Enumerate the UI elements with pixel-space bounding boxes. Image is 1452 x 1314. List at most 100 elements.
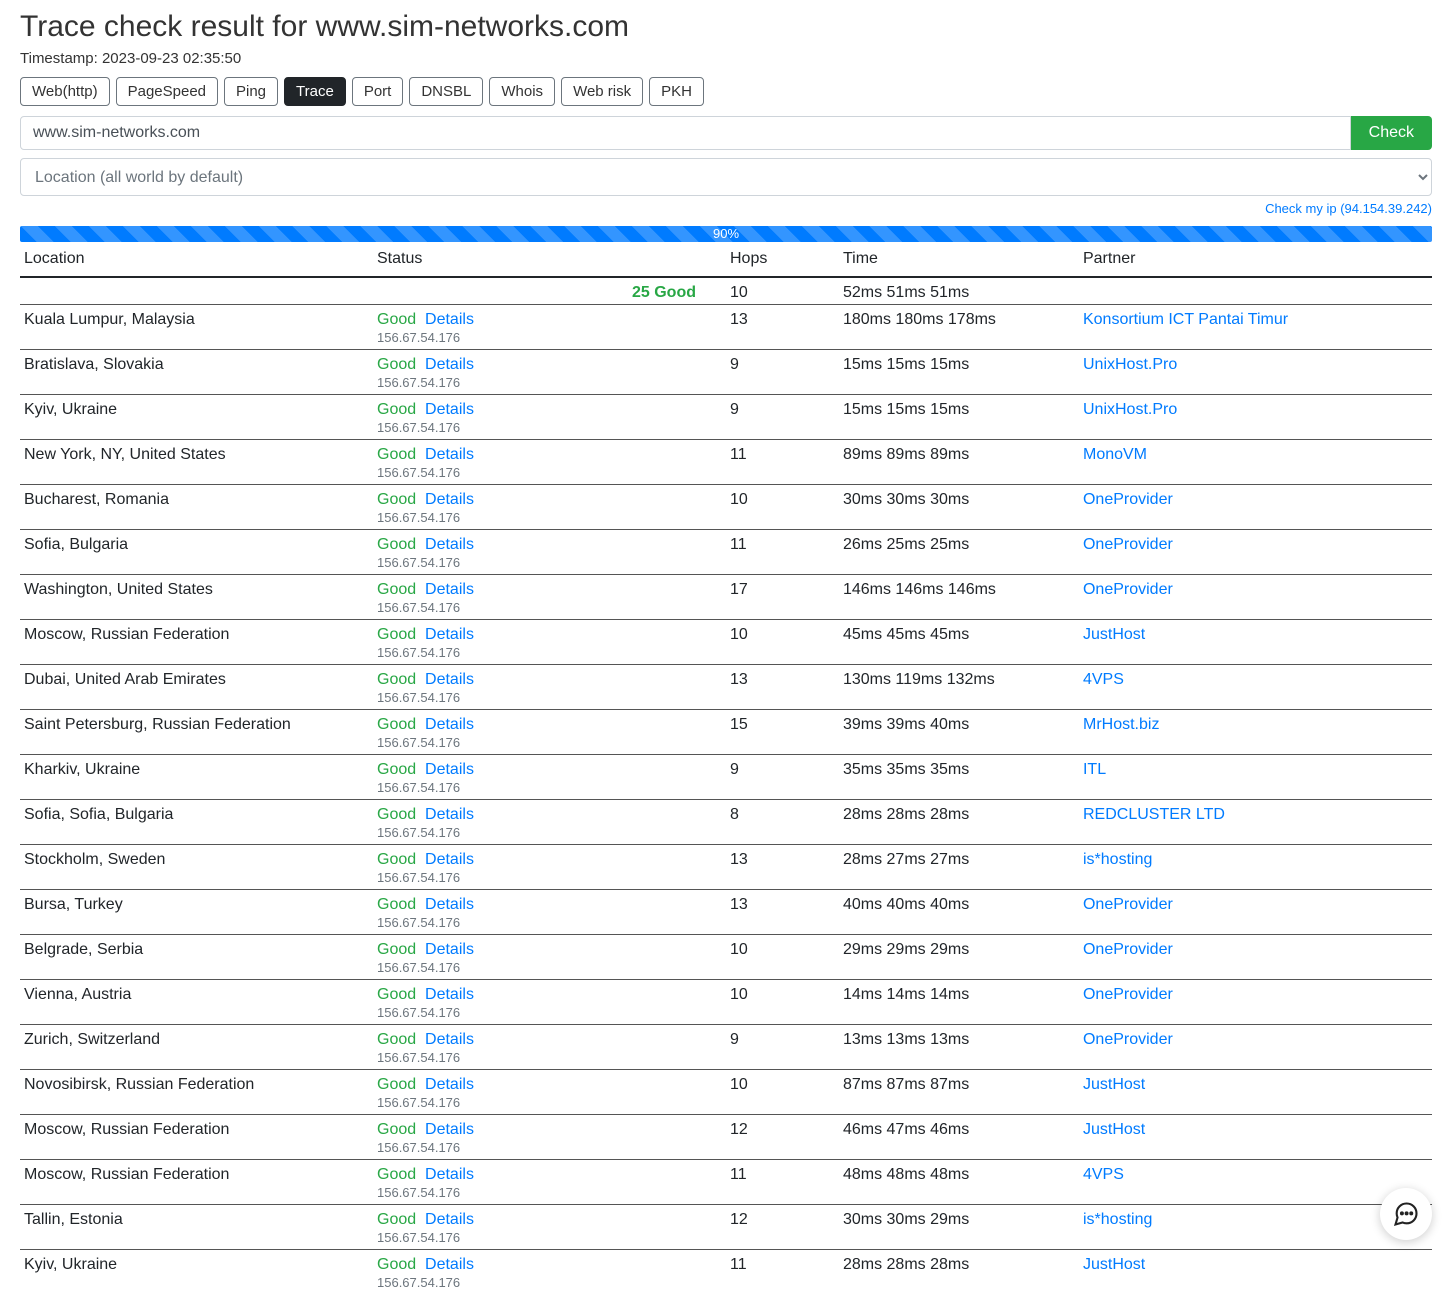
cell-partner: is*hosting	[1079, 845, 1432, 890]
cell-location: Saint Petersburg, Russian Federation	[20, 710, 373, 755]
cell-status: Good Details156.67.54.176	[373, 845, 726, 890]
details-link[interactable]: Details	[425, 986, 474, 1003]
table-row: Moscow, Russian FederationGood Details15…	[20, 620, 1432, 665]
partner-link[interactable]: is*hosting	[1083, 851, 1152, 868]
tab-dnsbl[interactable]: DNSBL	[409, 77, 483, 106]
cell-partner: is*hosting	[1079, 1205, 1432, 1250]
status-good: Good	[377, 491, 416, 508]
tab-trace[interactable]: Trace	[284, 77, 346, 106]
partner-link[interactable]: MonoVM	[1083, 446, 1147, 463]
cell-location: Tallin, Estonia	[20, 1205, 373, 1250]
details-link[interactable]: Details	[425, 1031, 474, 1048]
details-link[interactable]: Details	[425, 1211, 474, 1228]
partner-link[interactable]: JustHost	[1083, 626, 1145, 643]
cell-location: Zurich, Switzerland	[20, 1025, 373, 1070]
cell-time: 28ms 27ms 27ms	[839, 845, 1079, 890]
check-my-ip-link[interactable]: Check my ip (94.154.39.242)	[1265, 201, 1432, 216]
partner-link[interactable]: OneProvider	[1083, 491, 1173, 508]
cell-location: Kuala Lumpur, Malaysia	[20, 305, 373, 350]
details-link[interactable]: Details	[425, 761, 474, 778]
details-link[interactable]: Details	[425, 806, 474, 823]
cell-partner: OneProvider	[1079, 980, 1432, 1025]
location-select[interactable]: Location (all world by default)	[20, 158, 1432, 196]
partner-link[interactable]: MrHost.biz	[1083, 716, 1159, 733]
cell-status: Good Details156.67.54.176	[373, 665, 726, 710]
details-link[interactable]: Details	[425, 1256, 474, 1273]
partner-link[interactable]: UnixHost.Pro	[1083, 356, 1177, 373]
cell-hops: 10	[726, 620, 839, 665]
partner-link[interactable]: 4VPS	[1083, 671, 1124, 688]
table-row: Saint Petersburg, Russian FederationGood…	[20, 710, 1432, 755]
cell-status: Good Details156.67.54.176	[373, 890, 726, 935]
tab-ping[interactable]: Ping	[224, 77, 278, 106]
details-link[interactable]: Details	[425, 716, 474, 733]
tab-pagespeed[interactable]: PageSpeed	[116, 77, 218, 106]
partner-link[interactable]: Konsortium ICT Pantai Timur	[1083, 311, 1288, 328]
partner-link[interactable]: OneProvider	[1083, 1031, 1173, 1048]
details-link[interactable]: Details	[425, 851, 474, 868]
partner-link[interactable]: JustHost	[1083, 1256, 1145, 1273]
status-good: Good	[377, 896, 416, 913]
partner-link[interactable]: OneProvider	[1083, 941, 1173, 958]
partner-link[interactable]: is*hosting	[1083, 1211, 1152, 1228]
partner-link[interactable]: UnixHost.Pro	[1083, 401, 1177, 418]
cell-time: 46ms 47ms 46ms	[839, 1115, 1079, 1160]
partner-link[interactable]: OneProvider	[1083, 581, 1173, 598]
ip-text: 156.67.54.176	[377, 330, 460, 345]
cell-hops: 9	[726, 395, 839, 440]
tab-pkh[interactable]: PKH	[649, 77, 704, 106]
details-link[interactable]: Details	[425, 1166, 474, 1183]
table-row: Tallin, EstoniaGood Details156.67.54.176…	[20, 1205, 1432, 1250]
cell-time: 28ms 28ms 28ms	[839, 1250, 1079, 1295]
check-button[interactable]: Check	[1351, 116, 1432, 150]
tab-web-risk[interactable]: Web risk	[561, 77, 643, 106]
status-good: Good	[377, 941, 416, 958]
tab-port[interactable]: Port	[352, 77, 404, 106]
chat-button[interactable]	[1380, 1188, 1432, 1240]
table-row: Bursa, TurkeyGood Details156.67.54.17613…	[20, 890, 1432, 935]
cell-location: Kharkiv, Ukraine	[20, 755, 373, 800]
cell-status: Good Details156.67.54.176	[373, 935, 726, 980]
details-link[interactable]: Details	[425, 401, 474, 418]
tab-whois[interactable]: Whois	[489, 77, 555, 106]
partner-link[interactable]: OneProvider	[1083, 896, 1173, 913]
table-row: Moscow, Russian FederationGood Details15…	[20, 1115, 1432, 1160]
status-good: Good	[377, 1256, 416, 1273]
details-link[interactable]: Details	[425, 536, 474, 553]
partner-link[interactable]: JustHost	[1083, 1076, 1145, 1093]
details-link[interactable]: Details	[425, 896, 474, 913]
details-link[interactable]: Details	[425, 941, 474, 958]
status-good: Good	[377, 581, 416, 598]
tab-web-http-[interactable]: Web(http)	[20, 77, 110, 106]
details-link[interactable]: Details	[425, 356, 474, 373]
partner-link[interactable]: JustHost	[1083, 1121, 1145, 1138]
cell-status: Good Details156.67.54.176	[373, 1070, 726, 1115]
cell-time: 29ms 29ms 29ms	[839, 935, 1079, 980]
cell-hops: 11	[726, 1160, 839, 1205]
partner-link[interactable]: ITL	[1083, 761, 1106, 778]
status-good: Good	[377, 1031, 416, 1048]
status-good: Good	[377, 626, 416, 643]
partner-link[interactable]: OneProvider	[1083, 986, 1173, 1003]
partner-link[interactable]: OneProvider	[1083, 536, 1173, 553]
table-row: New York, NY, United StatesGood Details1…	[20, 440, 1432, 485]
details-link[interactable]: Details	[425, 1121, 474, 1138]
progress-bar: 90%	[20, 226, 1432, 242]
details-link[interactable]: Details	[425, 581, 474, 598]
cell-partner: 4VPS	[1079, 665, 1432, 710]
partner-link[interactable]: REDCLUSTER LTD	[1083, 806, 1225, 823]
cell-time: 87ms 87ms 87ms	[839, 1070, 1079, 1115]
cell-time: 35ms 35ms 35ms	[839, 755, 1079, 800]
domain-input[interactable]	[20, 116, 1351, 150]
table-row: Vienna, AustriaGood Details156.67.54.176…	[20, 980, 1432, 1025]
col-status: Status	[373, 244, 726, 277]
partner-link[interactable]: 4VPS	[1083, 1166, 1124, 1183]
details-link[interactable]: Details	[425, 446, 474, 463]
details-link[interactable]: Details	[425, 1076, 474, 1093]
details-link[interactable]: Details	[425, 491, 474, 508]
details-link[interactable]: Details	[425, 626, 474, 643]
details-link[interactable]: Details	[425, 311, 474, 328]
details-link[interactable]: Details	[425, 671, 474, 688]
cell-status: Good Details156.67.54.176	[373, 1160, 726, 1205]
status-good: Good	[377, 1076, 416, 1093]
